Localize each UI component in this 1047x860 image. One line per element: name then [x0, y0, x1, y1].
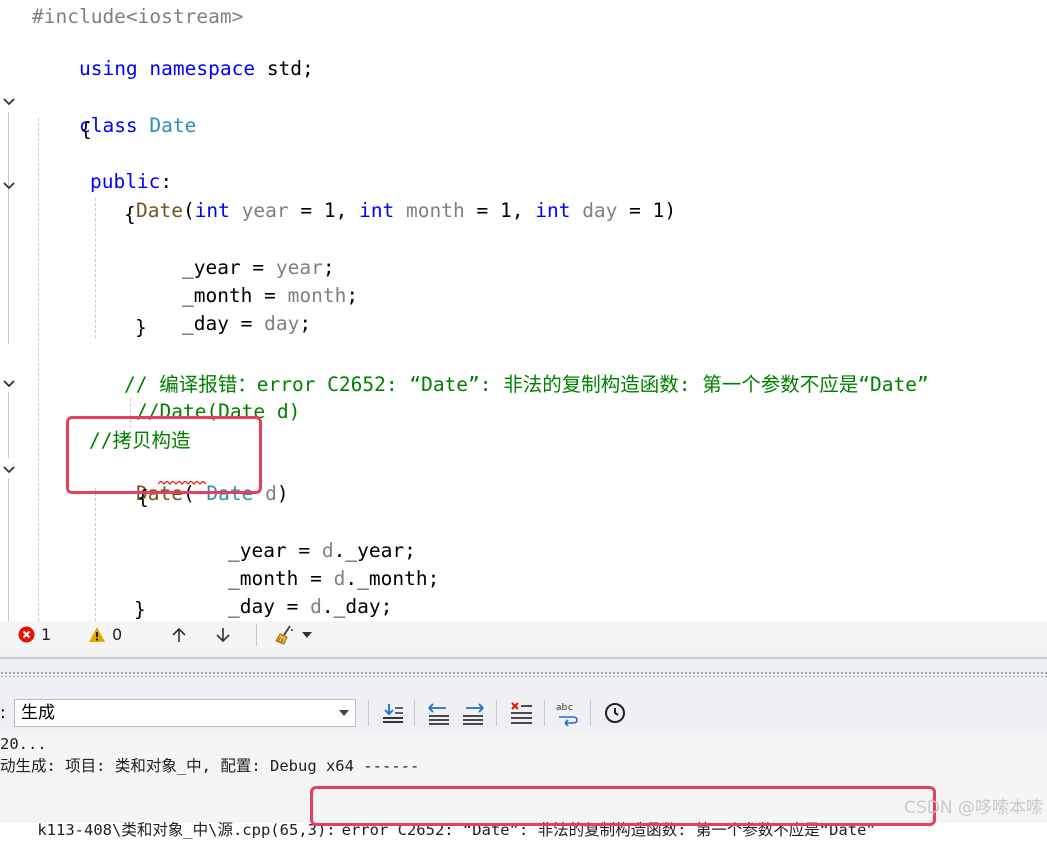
separator: [256, 624, 257, 646]
code-text: ._day;: [321, 595, 393, 618]
toolbar-separator: [414, 700, 415, 726]
highlight-box: [66, 416, 262, 494]
collapse-chevron-icon[interactable]: [2, 95, 16, 109]
code-text: ): [276, 482, 289, 505]
collapse-chevron-icon[interactable]: [2, 179, 16, 193]
code-text: = 1): [617, 199, 677, 222]
arrow-down-icon[interactable]: [214, 626, 232, 644]
code-text: = 1,: [464, 199, 536, 222]
warning-count[interactable]: 0: [88, 625, 122, 644]
splitter-line: [0, 657, 1047, 659]
output-line: 20...: [0, 735, 47, 753]
error-icon: [18, 626, 35, 643]
code-text: (: [182, 199, 195, 222]
code-line-brace: }: [135, 316, 147, 339]
broom-icon[interactable]: [274, 624, 296, 646]
code-text: std;: [255, 57, 314, 80]
output-pane[interactable]: 20... 动生成: 项目: 类和对象_中, 配置: Debug x64 ---…: [0, 733, 1047, 839]
keyword: using namespace: [78, 57, 256, 80]
toolbar-separator: [368, 700, 369, 726]
warning-icon: [89, 627, 105, 642]
output-source-label: :: [0, 703, 6, 723]
toolbar-separator: [496, 700, 497, 726]
output-source-select[interactable]: 生成: [14, 699, 356, 727]
chevron-down-icon: [339, 710, 349, 716]
clock-icon[interactable]: [602, 700, 628, 726]
code-line-brace: {: [80, 118, 92, 141]
code-line-copy-day: _day = d._day;: [181, 571, 392, 621]
output-line: 动生成: 项目: 类和对象_中, 配置: Debug x64 ------: [0, 757, 420, 775]
keyword: int: [359, 199, 395, 222]
arrow-up-icon[interactable]: [170, 626, 188, 644]
code-line-brace: }: [134, 598, 146, 621]
code-text: ;: [299, 312, 312, 335]
watermark: CSDN @哆嗦本嗦: [904, 798, 1043, 818]
warning-count-label: 0: [112, 625, 123, 644]
clear-all-icon[interactable]: [508, 700, 534, 726]
error-status-bar: 1 0: [0, 621, 1047, 649]
output-source-value: 生成: [21, 703, 55, 723]
output-error-path: k113-408\类和对象_中\源.cpp(65,3):: [37, 821, 336, 839]
splitter-grip[interactable]: [0, 671, 1047, 677]
toolbar-separator: [544, 700, 545, 726]
outline-line: [8, 112, 9, 344]
code-text: _day =: [227, 595, 311, 618]
indent-guide: [38, 118, 39, 621]
keyword: int: [535, 199, 571, 222]
toolbar-separator: [590, 700, 591, 726]
code-line-brace: {: [124, 203, 136, 226]
code-text: _day =: [181, 312, 265, 335]
code-line-comment-error: // 编译报错：error C2652: “Date”: 非法的复制构造函数: …: [124, 373, 929, 396]
svg-text:c: c: [568, 703, 573, 713]
go-to-error-icon[interactable]: [380, 700, 406, 726]
svg-text:ab: ab: [556, 703, 568, 713]
outline-line: [8, 478, 9, 621]
outline-line: [8, 392, 9, 458]
collapse-chevron-icon[interactable]: [2, 463, 16, 477]
parameter: d: [310, 595, 322, 618]
word-wrap-icon[interactable]: ab c: [555, 700, 581, 726]
code-text: = 1,: [288, 199, 360, 222]
collapse-chevron-icon[interactable]: [2, 377, 16, 391]
previous-message-icon[interactable]: [426, 700, 452, 726]
code-text: ;: [346, 284, 359, 307]
next-message-icon[interactable]: [460, 700, 486, 726]
code-line-include: #include<iostream>: [32, 5, 244, 28]
parameter: day: [570, 199, 618, 222]
parameter: day: [264, 312, 300, 335]
keyword: int: [194, 199, 230, 222]
dropdown-arrow-icon[interactable]: [302, 631, 312, 639]
highlight-box: [310, 786, 936, 826]
parameter: year: [229, 199, 289, 222]
error-count-label: 1: [41, 625, 52, 644]
code-line-assign-day: _day = day;: [135, 288, 311, 360]
code-editor[interactable]: #include<iostream> using namespace std; …: [0, 0, 1047, 621]
function-name: Date: [135, 199, 183, 222]
parameter: month: [394, 199, 465, 222]
error-count[interactable]: 1: [18, 625, 51, 644]
type-name: Date: [149, 114, 197, 137]
panel-splitter[interactable]: [0, 649, 1047, 689]
